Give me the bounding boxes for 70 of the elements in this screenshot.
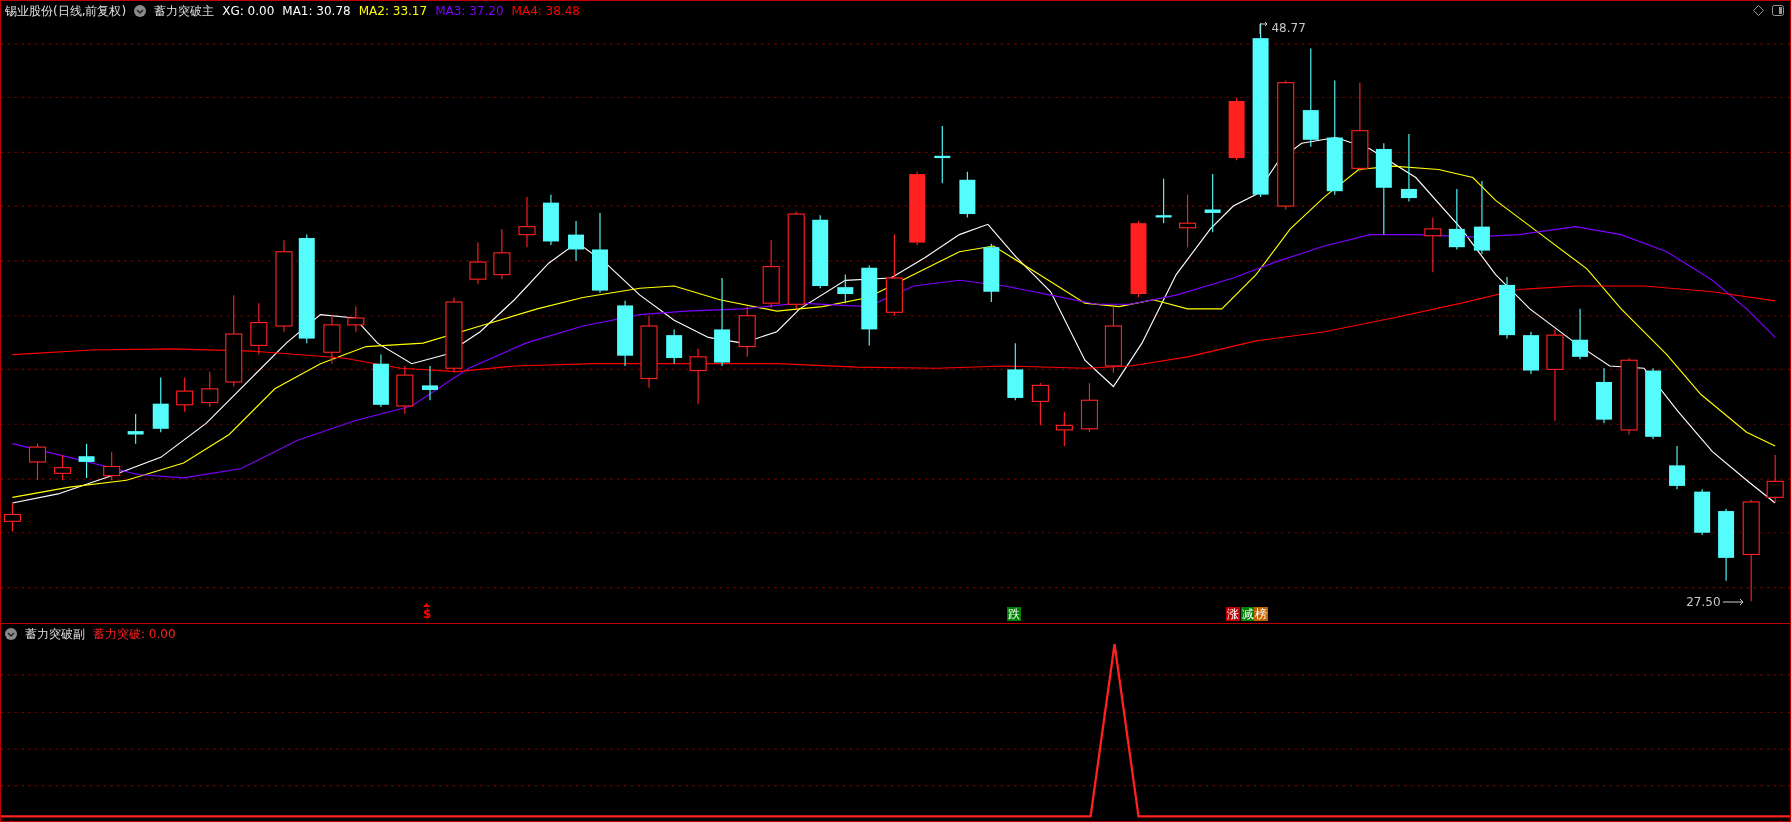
candlestick xyxy=(1155,178,1172,224)
candlestick xyxy=(1104,306,1122,374)
panel-toggle-icon[interactable] xyxy=(1772,5,1784,16)
indicator-value: MA1: 30.78 xyxy=(282,4,351,18)
candlestick xyxy=(1669,445,1686,490)
candlestick xyxy=(1228,96,1245,161)
indicator-value: MA2: 33.17 xyxy=(358,4,428,18)
candlestick xyxy=(176,376,194,413)
candlestick xyxy=(396,365,414,415)
indicator-name: 蓄力突破副 xyxy=(25,625,85,643)
candlestick xyxy=(422,365,438,401)
candlestick xyxy=(28,443,47,481)
candlestick xyxy=(1596,367,1612,424)
candlestick xyxy=(347,306,365,333)
indicator-value: MA3: 37.20 xyxy=(435,4,504,18)
candlestick xyxy=(250,302,268,356)
chevron-icon[interactable] xyxy=(5,628,17,640)
indicator-value: XG: 0.00 xyxy=(222,4,275,18)
candlestick xyxy=(1523,331,1539,375)
candlestick xyxy=(1766,454,1784,504)
chevron-icon[interactable] xyxy=(134,5,147,17)
candlestick xyxy=(1080,382,1098,433)
candlestick xyxy=(1694,488,1711,536)
candlestick xyxy=(1400,133,1417,203)
candlestick xyxy=(1007,342,1024,401)
low-price-label: 27.50 xyxy=(1686,595,1745,609)
arrow-icon xyxy=(1259,22,1270,34)
candlestick xyxy=(3,502,21,533)
signal-tag: 榜 xyxy=(1253,607,1268,621)
candlestick xyxy=(469,242,487,285)
candlestick xyxy=(1179,194,1197,248)
diamond-icon[interactable] xyxy=(1753,5,1764,16)
arrow-icon xyxy=(1722,598,1745,606)
candlestick xyxy=(493,228,511,280)
candlestick xyxy=(542,194,559,246)
candlestick xyxy=(152,376,169,433)
signal-tag: 跌 xyxy=(1007,607,1022,621)
candlestick xyxy=(689,348,707,405)
high-price-label: 48.77 xyxy=(1259,21,1306,35)
candlestick xyxy=(372,354,389,408)
candlestick xyxy=(1031,382,1049,426)
signal-marker: $ xyxy=(422,607,433,621)
candlestick xyxy=(762,239,780,309)
candlestick xyxy=(983,243,1000,303)
indicator-value: 蓄力突破: 0.00 xyxy=(93,625,176,643)
candlestick xyxy=(568,220,584,262)
candlestick xyxy=(738,306,756,358)
stock-title: 锡业股份(日线,前复权) xyxy=(5,2,127,20)
candlestick xyxy=(518,196,536,248)
candlestick xyxy=(1448,188,1465,251)
signal-tag: 减 xyxy=(1241,607,1256,621)
candlestick xyxy=(617,300,634,367)
candlestick xyxy=(54,454,72,481)
candlestick xyxy=(1424,216,1442,273)
candlestick xyxy=(666,328,683,365)
indicator-name: 蓄力突破主 xyxy=(154,2,215,20)
candlestick xyxy=(1055,411,1073,447)
candlestick xyxy=(837,274,854,304)
indicator-value: MA4: 38.48 xyxy=(511,4,580,18)
candlestick xyxy=(127,413,144,445)
candlestick xyxy=(103,451,121,481)
candlestick xyxy=(934,125,951,184)
candlestick xyxy=(78,443,95,479)
candlestick xyxy=(1499,276,1516,340)
candlestick xyxy=(1572,308,1589,360)
candlestick xyxy=(1204,173,1221,233)
candlestick xyxy=(959,171,976,219)
candlestick xyxy=(323,314,341,365)
candlestick xyxy=(201,371,219,408)
signal-tag: 涨 xyxy=(1226,607,1241,621)
